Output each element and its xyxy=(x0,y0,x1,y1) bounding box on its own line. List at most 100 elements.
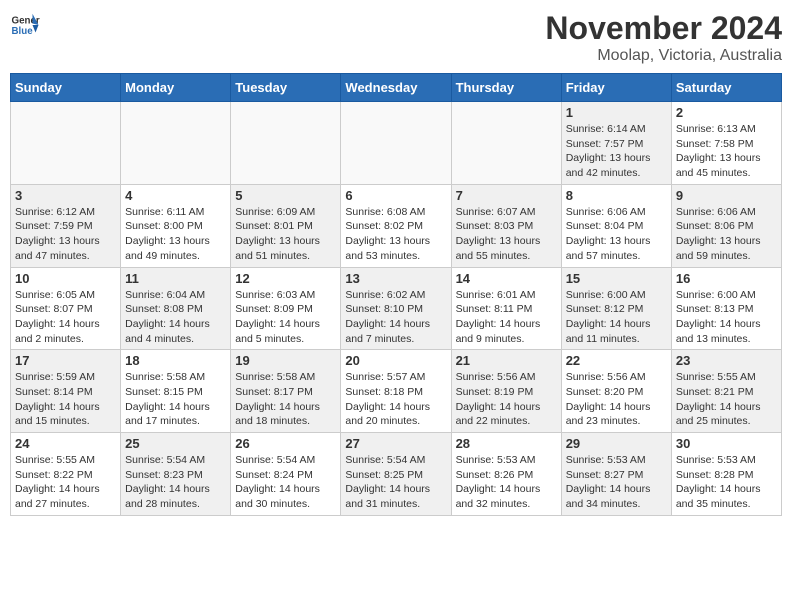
day-number: 3 xyxy=(15,188,116,203)
location: Moolap, Victoria, Australia xyxy=(545,47,782,65)
header: General Blue November 2024 Moolap, Victo… xyxy=(10,10,782,65)
weekday-header-row: SundayMondayTuesdayWednesdayThursdayFrid… xyxy=(11,74,782,102)
calendar-cell xyxy=(341,102,451,185)
day-info: Sunrise: 5:58 AM Sunset: 8:17 PM Dayligh… xyxy=(235,370,336,429)
weekday-header-saturday: Saturday xyxy=(671,74,781,102)
day-info: Sunrise: 5:57 AM Sunset: 8:18 PM Dayligh… xyxy=(345,370,446,429)
calendar-cell: 16 Sunrise: 6:00 AM Sunset: 8:13 PM Dayli… xyxy=(671,267,781,350)
day-number: 30 xyxy=(676,436,777,451)
svg-text:Blue: Blue xyxy=(12,26,34,37)
month-title: November 2024 xyxy=(545,10,782,47)
calendar-cell: 13Sunrise: 6:02 AM Sunset: 8:10 PM Dayli… xyxy=(341,267,451,350)
day-info: Sunrise: 6:12 AM Sunset: 7:59 PM Dayligh… xyxy=(15,205,116,264)
calendar-cell xyxy=(451,102,561,185)
calendar-cell xyxy=(121,102,231,185)
day-number: 4 xyxy=(125,188,226,203)
calendar: SundayMondayTuesdayWednesdayThursdayFrid… xyxy=(10,73,782,516)
day-info: Sunrise: 6:00 AM Sunset: 8:12 PM Dayligh… xyxy=(566,288,667,347)
day-number: 2 xyxy=(676,105,777,120)
calendar-cell: 22 Sunrise: 5:56 AM Sunset: 8:20 PM Dayli… xyxy=(561,350,671,433)
calendar-cell: 24 Sunrise: 5:55 AM Sunset: 8:22 PM Dayli… xyxy=(11,433,121,516)
day-info: Sunrise: 5:54 AM Sunset: 8:25 PM Dayligh… xyxy=(345,453,446,512)
day-info: Sunrise: 6:14 AM Sunset: 7:57 PM Dayligh… xyxy=(566,122,667,181)
day-number: 14 xyxy=(456,271,557,286)
calendar-cell: 10Sunrise: 6:05 AM Sunset: 8:07 PM Dayli… xyxy=(11,267,121,350)
day-number: 28 xyxy=(456,436,557,451)
weekday-header-wednesday: Wednesday xyxy=(341,74,451,102)
day-info: Sunrise: 6:07 AM Sunset: 8:03 PM Dayligh… xyxy=(456,205,557,264)
logo-icon: General Blue xyxy=(10,10,40,40)
day-number: 22 xyxy=(566,353,667,368)
day-number: 1 xyxy=(566,105,667,120)
day-info: Sunrise: 5:55 AM Sunset: 8:21 PM Dayligh… xyxy=(676,370,777,429)
weekday-header-thursday: Thursday xyxy=(451,74,561,102)
day-info: Sunrise: 6:13 AM Sunset: 7:58 PM Dayligh… xyxy=(676,122,777,181)
calendar-cell: 2 Sunrise: 6:13 AM Sunset: 7:58 PM Daylig… xyxy=(671,102,781,185)
day-info: Sunrise: 5:56 AM Sunset: 8:20 PM Dayligh… xyxy=(566,370,667,429)
day-info: Sunrise: 6:08 AM Sunset: 8:02 PM Dayligh… xyxy=(345,205,446,264)
day-info: Sunrise: 5:54 AM Sunset: 8:24 PM Dayligh… xyxy=(235,453,336,512)
weekday-header-friday: Friday xyxy=(561,74,671,102)
day-info: Sunrise: 5:54 AM Sunset: 8:23 PM Dayligh… xyxy=(125,453,226,512)
day-number: 8 xyxy=(566,188,667,203)
calendar-cell: 27Sunrise: 5:54 AM Sunset: 8:25 PM Dayli… xyxy=(341,433,451,516)
day-info: Sunrise: 5:53 AM Sunset: 8:26 PM Dayligh… xyxy=(456,453,557,512)
day-number: 7 xyxy=(456,188,557,203)
day-info: Sunrise: 5:56 AM Sunset: 8:19 PM Dayligh… xyxy=(456,370,557,429)
calendar-cell: 11 Sunrise: 6:04 AM Sunset: 8:08 PM Dayli… xyxy=(121,267,231,350)
calendar-cell: 23 Sunrise: 5:55 AM Sunset: 8:21 PM Dayli… xyxy=(671,350,781,433)
day-info: Sunrise: 6:06 AM Sunset: 8:04 PM Dayligh… xyxy=(566,205,667,264)
day-number: 15 xyxy=(566,271,667,286)
weekday-header-tuesday: Tuesday xyxy=(231,74,341,102)
day-info: Sunrise: 5:55 AM Sunset: 8:22 PM Dayligh… xyxy=(15,453,116,512)
day-number: 10 xyxy=(15,271,116,286)
day-number: 5 xyxy=(235,188,336,203)
day-number: 9 xyxy=(676,188,777,203)
calendar-cell: 19 Sunrise: 5:58 AM Sunset: 8:17 PM Dayli… xyxy=(231,350,341,433)
calendar-cell: 1 Sunrise: 6:14 AM Sunset: 7:57 PM Daylig… xyxy=(561,102,671,185)
day-info: Sunrise: 5:59 AM Sunset: 8:14 PM Dayligh… xyxy=(15,370,116,429)
day-info: Sunrise: 6:09 AM Sunset: 8:01 PM Dayligh… xyxy=(235,205,336,264)
week-row-5: 24 Sunrise: 5:55 AM Sunset: 8:22 PM Dayli… xyxy=(11,433,782,516)
calendar-cell: 9 Sunrise: 6:06 AM Sunset: 8:06 PM Daylig… xyxy=(671,184,781,267)
day-info: Sunrise: 6:00 AM Sunset: 8:13 PM Dayligh… xyxy=(676,288,777,347)
day-number: 17 xyxy=(15,353,116,368)
calendar-cell: 4Sunrise: 6:11 AM Sunset: 8:00 PM Daylig… xyxy=(121,184,231,267)
calendar-cell: 8 Sunrise: 6:06 AM Sunset: 8:04 PM Daylig… xyxy=(561,184,671,267)
calendar-cell: 21 Sunrise: 5:56 AM Sunset: 8:19 PM Dayli… xyxy=(451,350,561,433)
day-number: 20 xyxy=(345,353,446,368)
day-info: Sunrise: 6:04 AM Sunset: 8:08 PM Dayligh… xyxy=(125,288,226,347)
logo: General Blue xyxy=(10,10,40,40)
week-row-1: 1 Sunrise: 6:14 AM Sunset: 7:57 PM Daylig… xyxy=(11,102,782,185)
day-info: Sunrise: 6:03 AM Sunset: 8:09 PM Dayligh… xyxy=(235,288,336,347)
calendar-cell xyxy=(11,102,121,185)
day-info: Sunrise: 5:58 AM Sunset: 8:15 PM Dayligh… xyxy=(125,370,226,429)
day-number: 23 xyxy=(676,353,777,368)
week-row-4: 17 Sunrise: 5:59 AM Sunset: 8:14 PM Dayli… xyxy=(11,350,782,433)
day-number: 24 xyxy=(15,436,116,451)
calendar-cell: 6 Sunrise: 6:08 AM Sunset: 8:02 PM Daylig… xyxy=(341,184,451,267)
calendar-cell: 25 Sunrise: 5:54 AM Sunset: 8:23 PM Dayli… xyxy=(121,433,231,516)
day-number: 21 xyxy=(456,353,557,368)
calendar-cell: 15 Sunrise: 6:00 AM Sunset: 8:12 PM Dayli… xyxy=(561,267,671,350)
day-number: 19 xyxy=(235,353,336,368)
calendar-cell: 26 Sunrise: 5:54 AM Sunset: 8:24 PM Dayli… xyxy=(231,433,341,516)
calendar-cell: 17 Sunrise: 5:59 AM Sunset: 8:14 PM Dayli… xyxy=(11,350,121,433)
calendar-cell: 29 Sunrise: 5:53 AM Sunset: 8:27 PM Dayli… xyxy=(561,433,671,516)
day-number: 26 xyxy=(235,436,336,451)
day-number: 11 xyxy=(125,271,226,286)
day-number: 25 xyxy=(125,436,226,451)
day-number: 18 xyxy=(125,353,226,368)
calendar-cell: 20 Sunrise: 5:57 AM Sunset: 8:18 PM Dayli… xyxy=(341,350,451,433)
day-number: 6 xyxy=(345,188,446,203)
calendar-cell: 5 Sunrise: 6:09 AM Sunset: 8:01 PM Daylig… xyxy=(231,184,341,267)
day-number: 16 xyxy=(676,271,777,286)
day-info: Sunrise: 6:06 AM Sunset: 8:06 PM Dayligh… xyxy=(676,205,777,264)
weekday-header-sunday: Sunday xyxy=(11,74,121,102)
calendar-cell: 7 Sunrise: 6:07 AM Sunset: 8:03 PM Daylig… xyxy=(451,184,561,267)
day-number: 13 xyxy=(345,271,446,286)
day-info: Sunrise: 6:01 AM Sunset: 8:11 PM Dayligh… xyxy=(456,288,557,347)
day-info: Sunrise: 5:53 AM Sunset: 8:27 PM Dayligh… xyxy=(566,453,667,512)
calendar-cell: 3 Sunrise: 6:12 AM Sunset: 7:59 PM Daylig… xyxy=(11,184,121,267)
day-number: 29 xyxy=(566,436,667,451)
